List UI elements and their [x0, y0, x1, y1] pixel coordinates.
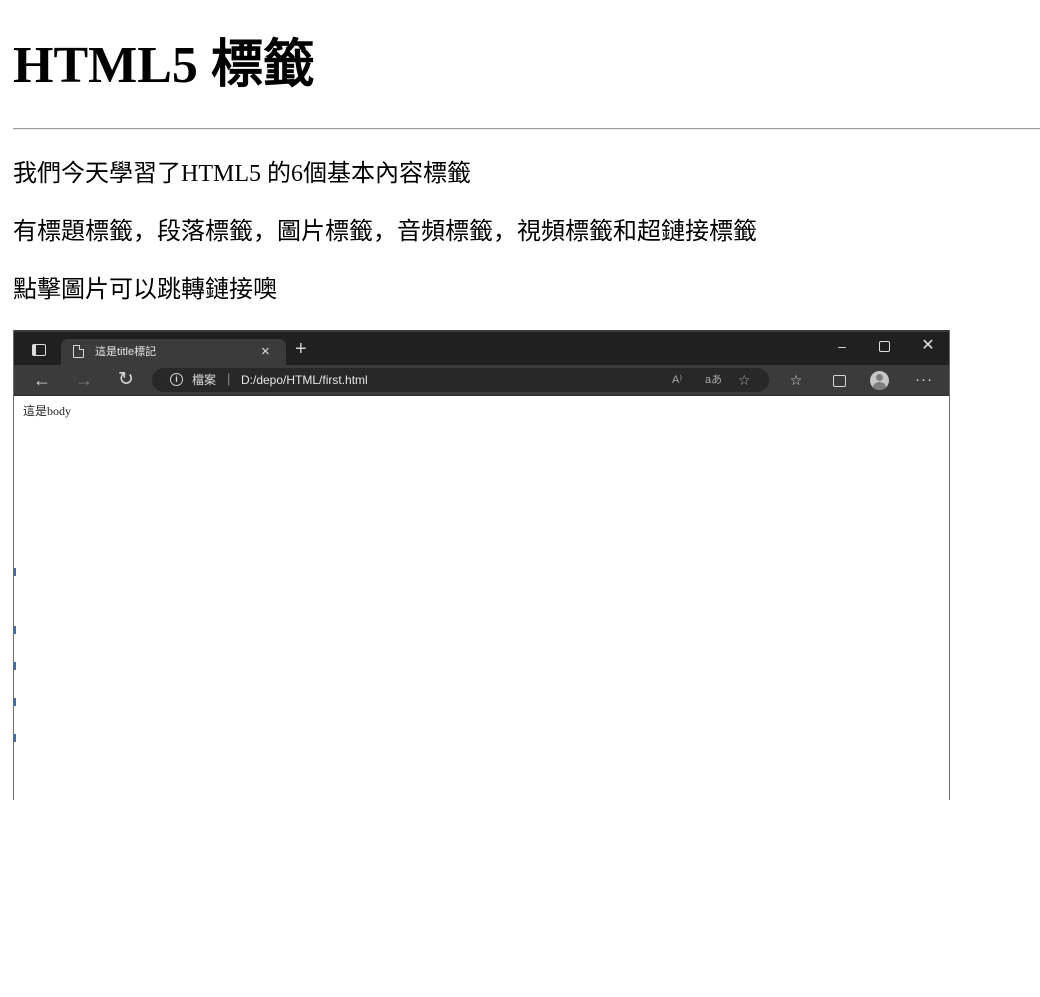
screenshot-image-link[interactable]: 這是title標記 × + – ✕ ← → ↻ i 檔案 | D:/depo/H… — [13, 330, 950, 800]
browser-titlebar: 這是title標記 × + – ✕ — [14, 330, 949, 366]
browser-toolbar: ← → ↻ i 檔案 | D:/depo/HTML/first.html A⁾ … — [14, 365, 949, 396]
tab-title: 這是title標記 — [95, 346, 157, 358]
paragraph-intro: 我們今天學習了HTML5 的6個基本內容標籤 — [13, 161, 471, 187]
translate-icon: aあ — [705, 374, 723, 386]
read-aloud-icon: A⁾ — [672, 374, 683, 386]
more-icon: ··· — [915, 371, 933, 388]
favorites-icon: ☆ — [789, 372, 803, 388]
info-icon: i — [170, 373, 183, 386]
file-icon — [73, 345, 84, 358]
forward-arrow-icon: → — [75, 370, 93, 390]
profile-icon — [870, 371, 889, 390]
new-tab-icon: + — [295, 338, 307, 360]
edge-marks — [14, 430, 16, 770]
address-separator: | — [227, 371, 231, 386]
paragraph-click-hint: 點擊圖片可以跳轉鏈接噢 — [13, 277, 277, 303]
browser-tab: 這是title標記 × — [61, 339, 286, 366]
back-arrow-icon: ← — [33, 370, 51, 390]
address-url: D:/depo/HTML/first.html — [241, 373, 368, 387]
horizontal-rule — [13, 128, 1040, 130]
browser-viewport: 這是body — [14, 396, 949, 800]
reload-icon: ↻ — [118, 369, 134, 390]
minimize-icon: – — [838, 338, 846, 354]
browser-screenshot: 這是title標記 × + – ✕ ← → ↻ i 檔案 | D:/depo/H… — [13, 330, 950, 800]
tab-close-icon: × — [261, 343, 270, 360]
window-close-icon: ✕ — [921, 337, 935, 354]
collections-icon — [828, 369, 850, 393]
viewport-body-text: 這是body — [23, 404, 72, 418]
maximize-icon — [872, 336, 896, 357]
address-scheme-label: 檔案 — [192, 373, 217, 387]
titlebar-top-line — [14, 330, 949, 332]
page-title: HTML5 標籤 — [13, 37, 315, 94]
add-favorite-icon: ☆ — [738, 372, 751, 388]
tab-actions-icon — [28, 340, 50, 360]
paragraph-tag-list: 有標題標籤，段落標籤，圖片標籤，音頻標籤，視頻標籤和超鏈接標籤 — [13, 219, 757, 245]
address-bar: i 檔案 | D:/depo/HTML/first.html A⁾ aあ ☆ — [152, 368, 769, 392]
